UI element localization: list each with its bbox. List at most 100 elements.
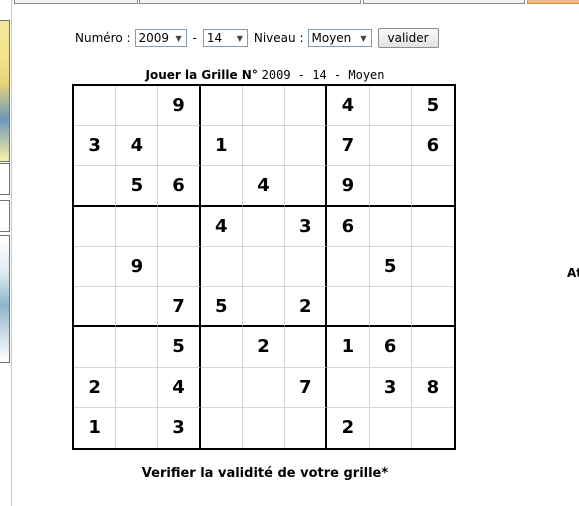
top-tab-4[interactable] [527,0,579,4]
sudoku-cell[interactable] [369,206,412,247]
sudoku-cell[interactable] [411,327,454,368]
sudoku-cell[interactable]: 4 [116,126,159,167]
sudoku-cell[interactable]: 3 [369,367,412,408]
sudoku-cell[interactable] [116,407,159,448]
sudoku-cell[interactable] [285,327,328,368]
sudoku-cell[interactable] [74,166,117,207]
sudoku-cell[interactable] [285,246,328,288]
sudoku-cell[interactable] [411,207,454,247]
sudoku-cell[interactable]: 6 [158,166,201,207]
side-text: At [567,266,579,280]
sudoku-cell[interactable]: 5 [369,246,412,288]
sudoku-cell[interactable] [242,367,286,408]
sudoku-cell[interactable] [411,287,454,328]
sudoku-cell[interactable]: 4 [200,206,243,247]
caption-prefix: Jouer la Grille N° [145,68,258,82]
verify-grid-link[interactable]: Verifier la validité de votre grille* [73,466,457,481]
sudoku-cell[interactable]: 2 [74,367,117,408]
sudoku-cell[interactable]: 9 [116,246,159,288]
sudoku-cell[interactable] [411,247,454,288]
sudoku-cell[interactable] [116,206,159,247]
sudoku-cell[interactable] [327,367,370,408]
sudoku-cell[interactable] [242,287,286,328]
sudoku-cell[interactable] [74,287,117,328]
sudoku-cell[interactable]: 3 [74,126,117,167]
sudoku-cell[interactable] [200,367,243,408]
sudoku-cell[interactable] [285,407,328,448]
sudoku-cell[interactable] [285,86,328,127]
sudoku-cell[interactable] [242,246,286,288]
sudoku-cell[interactable]: 1 [327,327,370,368]
top-tab-1[interactable] [14,0,138,4]
sudoku-cell[interactable] [74,86,117,127]
sudoku-cell[interactable] [327,287,370,328]
sudoku-cell[interactable]: 7 [327,126,370,167]
sudoku-cell[interactable]: 3 [158,407,201,448]
sudoku-cell[interactable]: 5 [200,287,243,328]
sudoku-cell[interactable]: 2 [242,327,286,368]
sudoku-cell[interactable] [158,206,201,247]
sudoku-cell[interactable]: 8 [411,368,454,408]
sudoku-cell[interactable] [411,166,454,207]
sudoku-cell[interactable] [116,287,159,328]
sudoku-cell[interactable] [285,126,328,167]
sudoku-cell[interactable] [116,327,159,368]
sudoku-cell[interactable] [158,246,201,288]
year-select[interactable]: 2009 ▼ [134,29,187,47]
sudoku-cell[interactable] [370,407,412,448]
sudoku-cell[interactable] [369,166,412,207]
valider-button[interactable]: valider [377,28,439,48]
sudoku-cell[interactable]: 2 [327,407,370,448]
sudoku-cell[interactable] [243,407,286,448]
left-box-3 [0,200,10,232]
sudoku-cell[interactable]: 7 [285,367,328,408]
sudoku-cell[interactable]: 4 [242,166,286,207]
sudoku-cell[interactable] [116,86,159,127]
sudoku-cell[interactable]: 4 [158,367,201,408]
sudoku-cell[interactable] [327,246,370,288]
sudoku-cell[interactable] [369,287,412,328]
chevron-down-icon: ▼ [360,33,367,43]
sudoku-cell[interactable] [285,166,328,207]
sudoku-cell[interactable] [200,166,243,207]
left-ad-banner-2[interactable] [0,235,10,363]
sudoku-cell[interactable]: 9 [327,166,370,207]
year-select-value: 2009 [138,31,170,45]
sudoku-cell[interactable] [200,327,243,368]
sudoku-cell[interactable] [74,206,117,247]
top-tab-2[interactable] [139,0,361,4]
sudoku-cell[interactable] [74,246,117,288]
sudoku-cell[interactable]: 5 [158,327,201,368]
sudoku-cell[interactable]: 9 [158,86,201,127]
sudoku-cell[interactable]: 3 [285,206,328,247]
left-ad-banner-1[interactable] [0,20,10,162]
sudoku-cell[interactable]: 4 [327,86,370,127]
sudoku-cell[interactable]: 6 [327,206,370,247]
sudoku-cell[interactable]: 5 [411,86,454,127]
sudoku-cell[interactable] [369,86,412,127]
sudoku-cell[interactable] [200,86,243,127]
sudoku-cell[interactable] [412,408,454,448]
number-select[interactable]: 14 ▼ [202,29,248,47]
sudoku-cell[interactable] [116,367,159,408]
level-select[interactable]: Moyen ▼ [307,29,372,47]
level-select-value: Moyen [311,31,352,45]
niveau-label: Niveau : [253,31,304,45]
sudoku-cell[interactable]: 6 [411,126,454,167]
sudoku-cell[interactable] [242,86,286,127]
sudoku-cell[interactable]: 1 [74,407,117,448]
top-tab-3[interactable] [363,0,525,4]
sudoku-cell[interactable] [74,327,117,368]
sudoku-cell[interactable]: 7 [158,287,201,328]
sudoku-cell[interactable] [158,126,201,167]
sudoku-cell[interactable]: 2 [285,287,328,328]
sudoku-cell[interactable]: 1 [200,126,243,167]
sudoku-cell[interactable] [369,126,412,167]
sudoku-cell[interactable] [242,206,286,247]
sudoku-cell[interactable]: 5 [116,166,159,207]
sudoku-cell[interactable] [242,126,286,167]
caption-info: 2009 - 14 - Moyen [261,68,385,82]
sudoku-cell[interactable]: 6 [369,327,412,368]
sudoku-cell[interactable] [201,407,243,448]
sudoku-cell[interactable] [200,246,243,288]
